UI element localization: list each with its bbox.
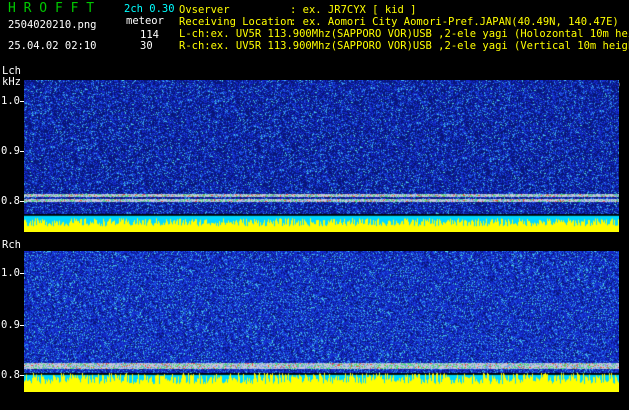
lch-label: Lch — [2, 65, 21, 77]
location-value: : ex. Aomori City Aomori-Pref.JAPAN(40.4… — [290, 16, 619, 28]
rch-spectrogram — [24, 251, 619, 392]
freq-tick — [20, 325, 24, 326]
filename-label: 2504020210.png — [8, 19, 97, 31]
freq-label: 0.8 — [1, 195, 20, 207]
freq-label: 0.8 — [1, 369, 20, 381]
rch-label: Rch — [2, 239, 21, 251]
freq-label: 0.9 — [1, 319, 20, 331]
khz-unit-label: kHz — [2, 76, 21, 88]
count-lch: 114 — [140, 29, 159, 41]
freq-tick — [20, 201, 24, 202]
lch-spectrogram — [24, 80, 619, 232]
freq-tick — [20, 375, 24, 376]
freq-label: 0.9 — [1, 145, 20, 157]
freq-label: 1.0 — [1, 95, 20, 107]
datetime-label: 25.04.02 02:10 — [8, 40, 97, 52]
count-rch: 30 — [140, 40, 153, 52]
mode-label: meteor — [126, 15, 164, 27]
rch-info: R-ch:ex. UV5R 113.900Mhz(SAPPORO VOR)USB… — [179, 40, 629, 52]
freq-tick — [20, 151, 24, 152]
lch-info: L-ch:ex. UV5R 113.900Mhz(SAPPORO VOR)USB… — [179, 28, 629, 40]
app-title: H R O F F T — [8, 1, 95, 16]
freq-tick — [20, 273, 24, 274]
observer-label: Ovserver — [179, 4, 230, 16]
location-label: Receiving Location — [179, 16, 293, 28]
observer-value: : ex. JR7CYX [ kid ] — [290, 4, 417, 16]
version-label: 2ch 0.30 — [124, 3, 175, 15]
freq-label: 1.0 — [1, 267, 20, 279]
freq-tick — [20, 101, 24, 102]
